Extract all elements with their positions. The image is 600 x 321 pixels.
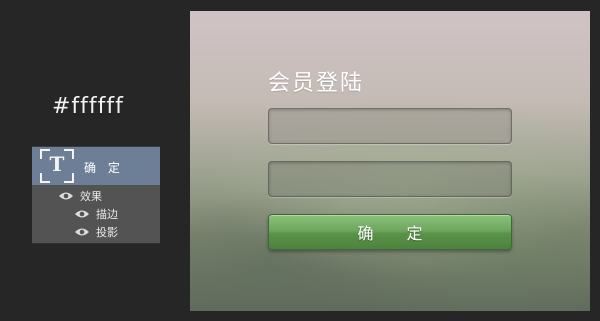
text-layer-icon: T [40, 149, 74, 183]
effect-shadow-row[interactable]: 投影 [74, 223, 118, 241]
password-input[interactable] [268, 161, 512, 197]
layers-panel: T 确 定 效果 描边 投影 [32, 146, 160, 244]
effects-label: 效果 [80, 190, 102, 203]
effect-stroke-row[interactable]: 描边 [74, 205, 118, 223]
eye-icon[interactable] [74, 227, 90, 237]
effects-row[interactable]: 效果 [58, 187, 102, 205]
login-card: 会员登陆 确 定 [190, 11, 590, 311]
login-title: 会员登陆 [268, 71, 365, 96]
color-hex-caption: #ffffff [52, 94, 124, 119]
text-layer-name: 确 定 [84, 161, 124, 175]
text-layer-row[interactable]: T 确 定 [32, 147, 160, 185]
text-layer-glyph: T [49, 152, 65, 176]
effect-stroke-label: 描边 [96, 208, 118, 221]
eye-icon[interactable] [74, 209, 90, 219]
username-input[interactable] [268, 108, 512, 144]
effect-shadow-label: 投影 [96, 226, 118, 239]
confirm-button[interactable]: 确 定 [268, 214, 512, 250]
eye-icon[interactable] [58, 191, 74, 201]
